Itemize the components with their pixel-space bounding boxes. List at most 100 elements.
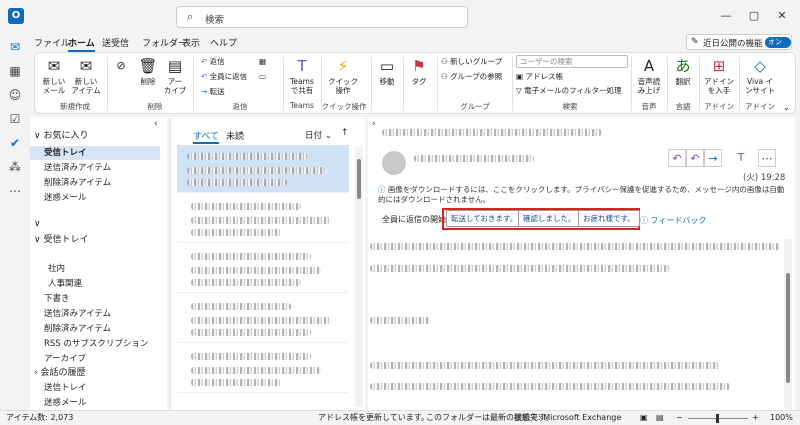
mail-icon[interactable]: ✉ — [7, 39, 23, 55]
folder-junk[interactable]: 迷惑メール — [30, 396, 160, 410]
reading-view-icon[interactable]: ▤ — [656, 411, 664, 425]
divider — [437, 57, 438, 111]
history-header[interactable]: › 会話の履歴 — [34, 366, 85, 380]
todo-icon[interactable]: ✔ — [7, 135, 23, 151]
translate-button[interactable]: あ 翻訳 — [671, 57, 695, 86]
delete-button[interactable]: 🗑 削除 — [137, 57, 159, 86]
tab-folder[interactable]: フォルダー — [142, 36, 187, 49]
folder-outbox[interactable]: 送信トレイ — [30, 381, 160, 395]
folder-junk-fav[interactable]: 迷惑メール — [30, 191, 160, 205]
meeting-reply-button[interactable]: ▦ — [259, 57, 266, 67]
info-text: 画像をダウンロードするには、ここをクリックします。プライバシー保護を促進するため… — [378, 185, 785, 204]
ribbon-collapse-icon[interactable]: ⌄ — [783, 103, 790, 112]
list-scroll-thumb[interactable] — [357, 159, 361, 199]
tasks-icon[interactable]: ☑ — [7, 111, 23, 127]
ignore-button[interactable]: ⊘ — [111, 57, 131, 77]
list-item[interactable] — [177, 295, 349, 343]
teams-share-icon[interactable]: T — [732, 149, 750, 167]
group-find-label: 検索 — [562, 102, 578, 111]
filter-email-button[interactable]: ▽ 電子メールのフィルター処理 — [516, 86, 622, 96]
list-item[interactable] — [177, 345, 349, 393]
move-button[interactable]: ▭ 移動 — [375, 57, 399, 86]
folder-internal[interactable]: 社内 — [30, 262, 160, 276]
group-delete-label: 削除 — [147, 102, 163, 111]
collapse-pane-icon[interactable]: ‹ — [154, 119, 158, 129]
reading-scroll-thumb[interactable] — [786, 273, 790, 383]
apps-icon[interactable]: ⁂ — [7, 159, 23, 175]
list-item[interactable] — [177, 245, 349, 293]
folder-drafts[interactable]: 下書き — [30, 292, 160, 306]
share-teams-button[interactable]: T Teams で共有 — [287, 57, 317, 95]
new-mail-button[interactable]: ✉ 新しい メール — [39, 57, 69, 95]
favorites-header[interactable]: ∨ お気に入り — [34, 129, 88, 143]
more-respond-button[interactable]: ▭ — [259, 72, 266, 82]
tab-view[interactable]: 表示 — [182, 36, 200, 49]
account-header[interactable]: ∨ — [34, 217, 41, 231]
address-book-label: アドレス帳 — [525, 72, 563, 81]
viva-insights-button[interactable]: ◇ Viva イ ンサイト — [743, 57, 777, 95]
folder-inbox-fav[interactable]: 受信トレイ — [30, 146, 160, 160]
zoom-in-icon[interactable]: + — [752, 411, 759, 425]
folder-sent-fav[interactable]: 送信済みアイテム — [30, 161, 160, 175]
reply-button[interactable]: ↶ 返信 — [201, 57, 225, 67]
zoom-level[interactable]: 100% — [770, 411, 793, 425]
search-box[interactable]: ⌕ 検索 — [176, 6, 468, 28]
folder-sent[interactable]: 送信済みアイテム — [30, 307, 160, 321]
quick-steps-button[interactable]: ⚡ クイック 操作 — [327, 57, 359, 95]
folder-hr[interactable]: 人事関連 — [30, 277, 160, 291]
sort-direction-icon[interactable]: ↑ — [341, 128, 349, 138]
viva-label: Viva イ ンサイト — [745, 77, 775, 95]
forward-button[interactable]: → 転送 — [201, 87, 225, 97]
new-group-button[interactable]: ⚇ 新しいグループ — [441, 57, 502, 67]
feedback-link[interactable]: ⓘ フィードバック — [640, 215, 706, 226]
list-item[interactable] — [177, 195, 349, 243]
search-users-input[interactable]: ユーザーの検索 — [516, 55, 628, 68]
folder-deleted-fav[interactable]: 削除済みアイテム — [30, 176, 160, 190]
zoom-out-icon[interactable]: − — [676, 411, 683, 425]
folder-deleted[interactable]: 削除済みアイテム — [30, 322, 160, 336]
archive-button[interactable]: ▤ アー カイブ — [163, 57, 187, 95]
image-download-info[interactable]: ⓘ 画像をダウンロードするには、ここをクリックします。プライバシー保護を促進する… — [378, 185, 788, 205]
reply-all-button[interactable]: ↶ 全員に返信 — [201, 72, 247, 82]
quick-reply-forward[interactable]: 転送しておきます。 — [446, 210, 523, 227]
get-addins-button[interactable]: ⊞ アドイン を入手 — [703, 57, 735, 95]
reply-icon-button[interactable]: ↶ — [668, 149, 686, 167]
tab-all[interactable]: すべて — [193, 129, 220, 144]
quick-reply-confirmed[interactable]: 確認しました。 — [518, 210, 581, 227]
forward-icon-button[interactable]: → — [704, 149, 722, 167]
people-icon[interactable]: ☺ — [7, 87, 23, 103]
quick-reply-label: 全員に返信の開始: — [382, 215, 449, 224]
calendar-icon[interactable]: ▦ — [7, 63, 23, 79]
tab-unread[interactable]: 未読 — [226, 129, 244, 142]
more-apps-icon[interactable]: ⋯ — [7, 183, 23, 199]
more-actions-icon[interactable]: ⋯ — [758, 149, 776, 167]
folder-rss[interactable]: RSS のサブスクリプション — [30, 337, 160, 351]
tab-send-receive[interactable]: 送受信 — [102, 36, 129, 49]
browse-groups-button[interactable]: ⚇ グループの参照 — [441, 72, 502, 82]
tags-button[interactable]: ⚑ タグ — [407, 57, 431, 86]
tab-help[interactable]: ヘルプ — [210, 36, 237, 49]
coming-soon-toggle[interactable]: ✎ 近日公開の機能 オン — [686, 34, 792, 50]
read-aloud-button[interactable]: A 音声読 み上げ — [635, 57, 663, 95]
quick-reply-thanks[interactable]: お疲れ様です。 — [578, 210, 640, 227]
new-item-button[interactable]: ✉ 新しい アイテム — [71, 57, 101, 95]
close-button[interactable]: ✕ — [768, 6, 796, 26]
toggle-switch[interactable]: オン — [765, 37, 791, 48]
expand-pane-icon[interactable]: › — [372, 119, 376, 129]
divider — [193, 57, 194, 111]
tab-home[interactable]: ホーム — [68, 36, 95, 52]
normal-view-icon[interactable]: ▣ — [640, 411, 648, 425]
address-book-button[interactable]: ▣ アドレス帳 — [516, 72, 563, 82]
maximize-button[interactable]: ▢ — [740, 6, 768, 26]
tab-file[interactable]: ファイル — [34, 36, 70, 49]
zoom-thumb[interactable] — [716, 414, 719, 423]
list-scrollbar[interactable] — [355, 147, 363, 407]
inbox-header[interactable]: ∨ 受信トレイ — [34, 233, 88, 247]
reading-scrollbar[interactable] — [784, 239, 792, 409]
lightning-icon: ⚡ — [337, 57, 349, 75]
folder-archive[interactable]: アーカイブ — [30, 352, 160, 366]
sort-dropdown[interactable]: 日付 ⌄ — [305, 129, 332, 141]
minimize-button[interactable]: — — [712, 6, 740, 26]
list-item[interactable] — [177, 145, 349, 193]
reply-all-icon-button[interactable]: ↶ — [686, 149, 704, 167]
